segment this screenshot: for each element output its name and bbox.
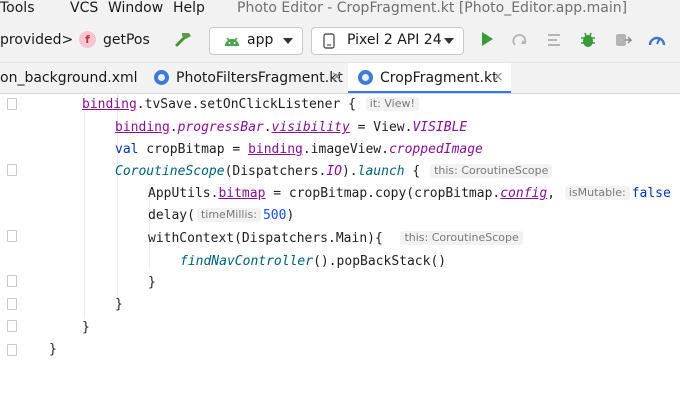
menu-window[interactable]: Window xyxy=(108,0,163,16)
code-line-5: AppUtils.bitmap = cropBitmap.copy(cropBi… xyxy=(148,186,671,201)
inlay-hint: timeMillis: xyxy=(196,208,261,222)
tab-label: on_background.xml xyxy=(0,70,138,86)
menu-vcs[interactable]: VCS xyxy=(70,0,98,16)
breadcrumb-provided[interactable]: provided> xyxy=(0,32,73,48)
code-line-4: CoroutineScope(Dispatchers.IO).launch { … xyxy=(115,164,554,180)
hammer-icon[interactable] xyxy=(174,30,194,54)
fold-marker-icon[interactable] xyxy=(7,320,17,332)
inlay-hint: isMutable: xyxy=(564,186,630,200)
chevron-down-icon xyxy=(283,38,293,44)
gutter xyxy=(0,94,20,409)
code-line-6: delay(timeMillis: 500) xyxy=(148,208,295,223)
fold-marker-icon[interactable] xyxy=(7,344,17,356)
code-line-2: binding.progressBar.visibility = View.VI… xyxy=(115,120,468,135)
code-line-11: } xyxy=(82,320,90,335)
inlay-hint: it: View! xyxy=(365,97,419,111)
code-line-1: binding.tvSave.setOnClickListener { it: … xyxy=(82,97,421,113)
apply-changes-icon[interactable] xyxy=(511,31,529,53)
code-editor[interactable]: binding.tvSave.setOnClickListener { it: … xyxy=(0,94,680,409)
breadcrumb-getpos[interactable]: getPos xyxy=(103,32,150,48)
tab-background-xml[interactable]: on_background.xml xyxy=(0,63,145,93)
close-icon[interactable]: × xyxy=(492,69,504,85)
run-icon[interactable] xyxy=(480,31,494,51)
chevron-down-icon xyxy=(444,38,454,44)
tab-photofiltersfragment[interactable]: PhotoFiltersFragment.kt × xyxy=(145,63,348,93)
android-icon xyxy=(223,33,241,53)
indent-guide xyxy=(84,94,85,319)
tab-cropfragment[interactable]: CropFragment.kt × xyxy=(348,63,511,93)
phone-icon xyxy=(322,33,336,53)
code-line-3: val cropBitmap = binding.imageView.cropp… xyxy=(115,142,483,157)
menu-bar: Tools VCS Window Help Photo Editor - Cro… xyxy=(0,0,680,19)
code-line-9: } xyxy=(148,275,156,290)
apply-code-changes-icon[interactable] xyxy=(546,31,564,53)
debug-icon[interactable] xyxy=(579,31,597,53)
inlay-hint: this: CoroutineScope xyxy=(400,231,523,245)
code-line-10: } xyxy=(115,297,123,312)
inlay-hint: this: CoroutineScope xyxy=(430,164,553,178)
profiler-icon[interactable] xyxy=(648,31,666,53)
fold-marker-icon[interactable] xyxy=(7,298,17,310)
function-icon: f xyxy=(79,31,96,48)
code-line-8: findNavController().popBackStack() xyxy=(180,254,447,269)
device-select[interactable]: Pixel 2 API 24 xyxy=(311,27,464,55)
tab-label: CropFragment.kt xyxy=(380,70,498,86)
code-line-12: } xyxy=(49,342,57,357)
code-line-7: withContext(Dispatchers.Main){ this: Cor… xyxy=(148,231,525,247)
close-icon[interactable]: × xyxy=(331,69,343,85)
run-config-label: app xyxy=(247,32,274,48)
fold-marker-icon[interactable] xyxy=(7,164,17,176)
run-config-select[interactable]: app xyxy=(209,27,303,55)
fold-marker-icon[interactable] xyxy=(7,275,17,287)
toolbar: provided> f getPos app Pixel 2 API 24 xyxy=(0,19,680,63)
fold-marker-icon[interactable] xyxy=(7,98,17,110)
kotlin-class-icon xyxy=(154,70,169,85)
menu-help[interactable]: Help xyxy=(173,0,205,16)
kotlin-class-icon xyxy=(358,70,373,85)
menu-tools[interactable]: Tools xyxy=(0,0,35,16)
device-label: Pixel 2 API 24 xyxy=(347,32,442,48)
fold-marker-icon[interactable] xyxy=(7,230,17,242)
attach-debugger-icon[interactable] xyxy=(614,31,633,53)
editor-tabs: on_background.xml PhotoFiltersFragment.k… xyxy=(0,63,680,94)
window-title: Photo Editor - CropFragment.kt [Photo_Ed… xyxy=(237,0,628,16)
tab-label: PhotoFiltersFragment.kt xyxy=(176,70,343,86)
